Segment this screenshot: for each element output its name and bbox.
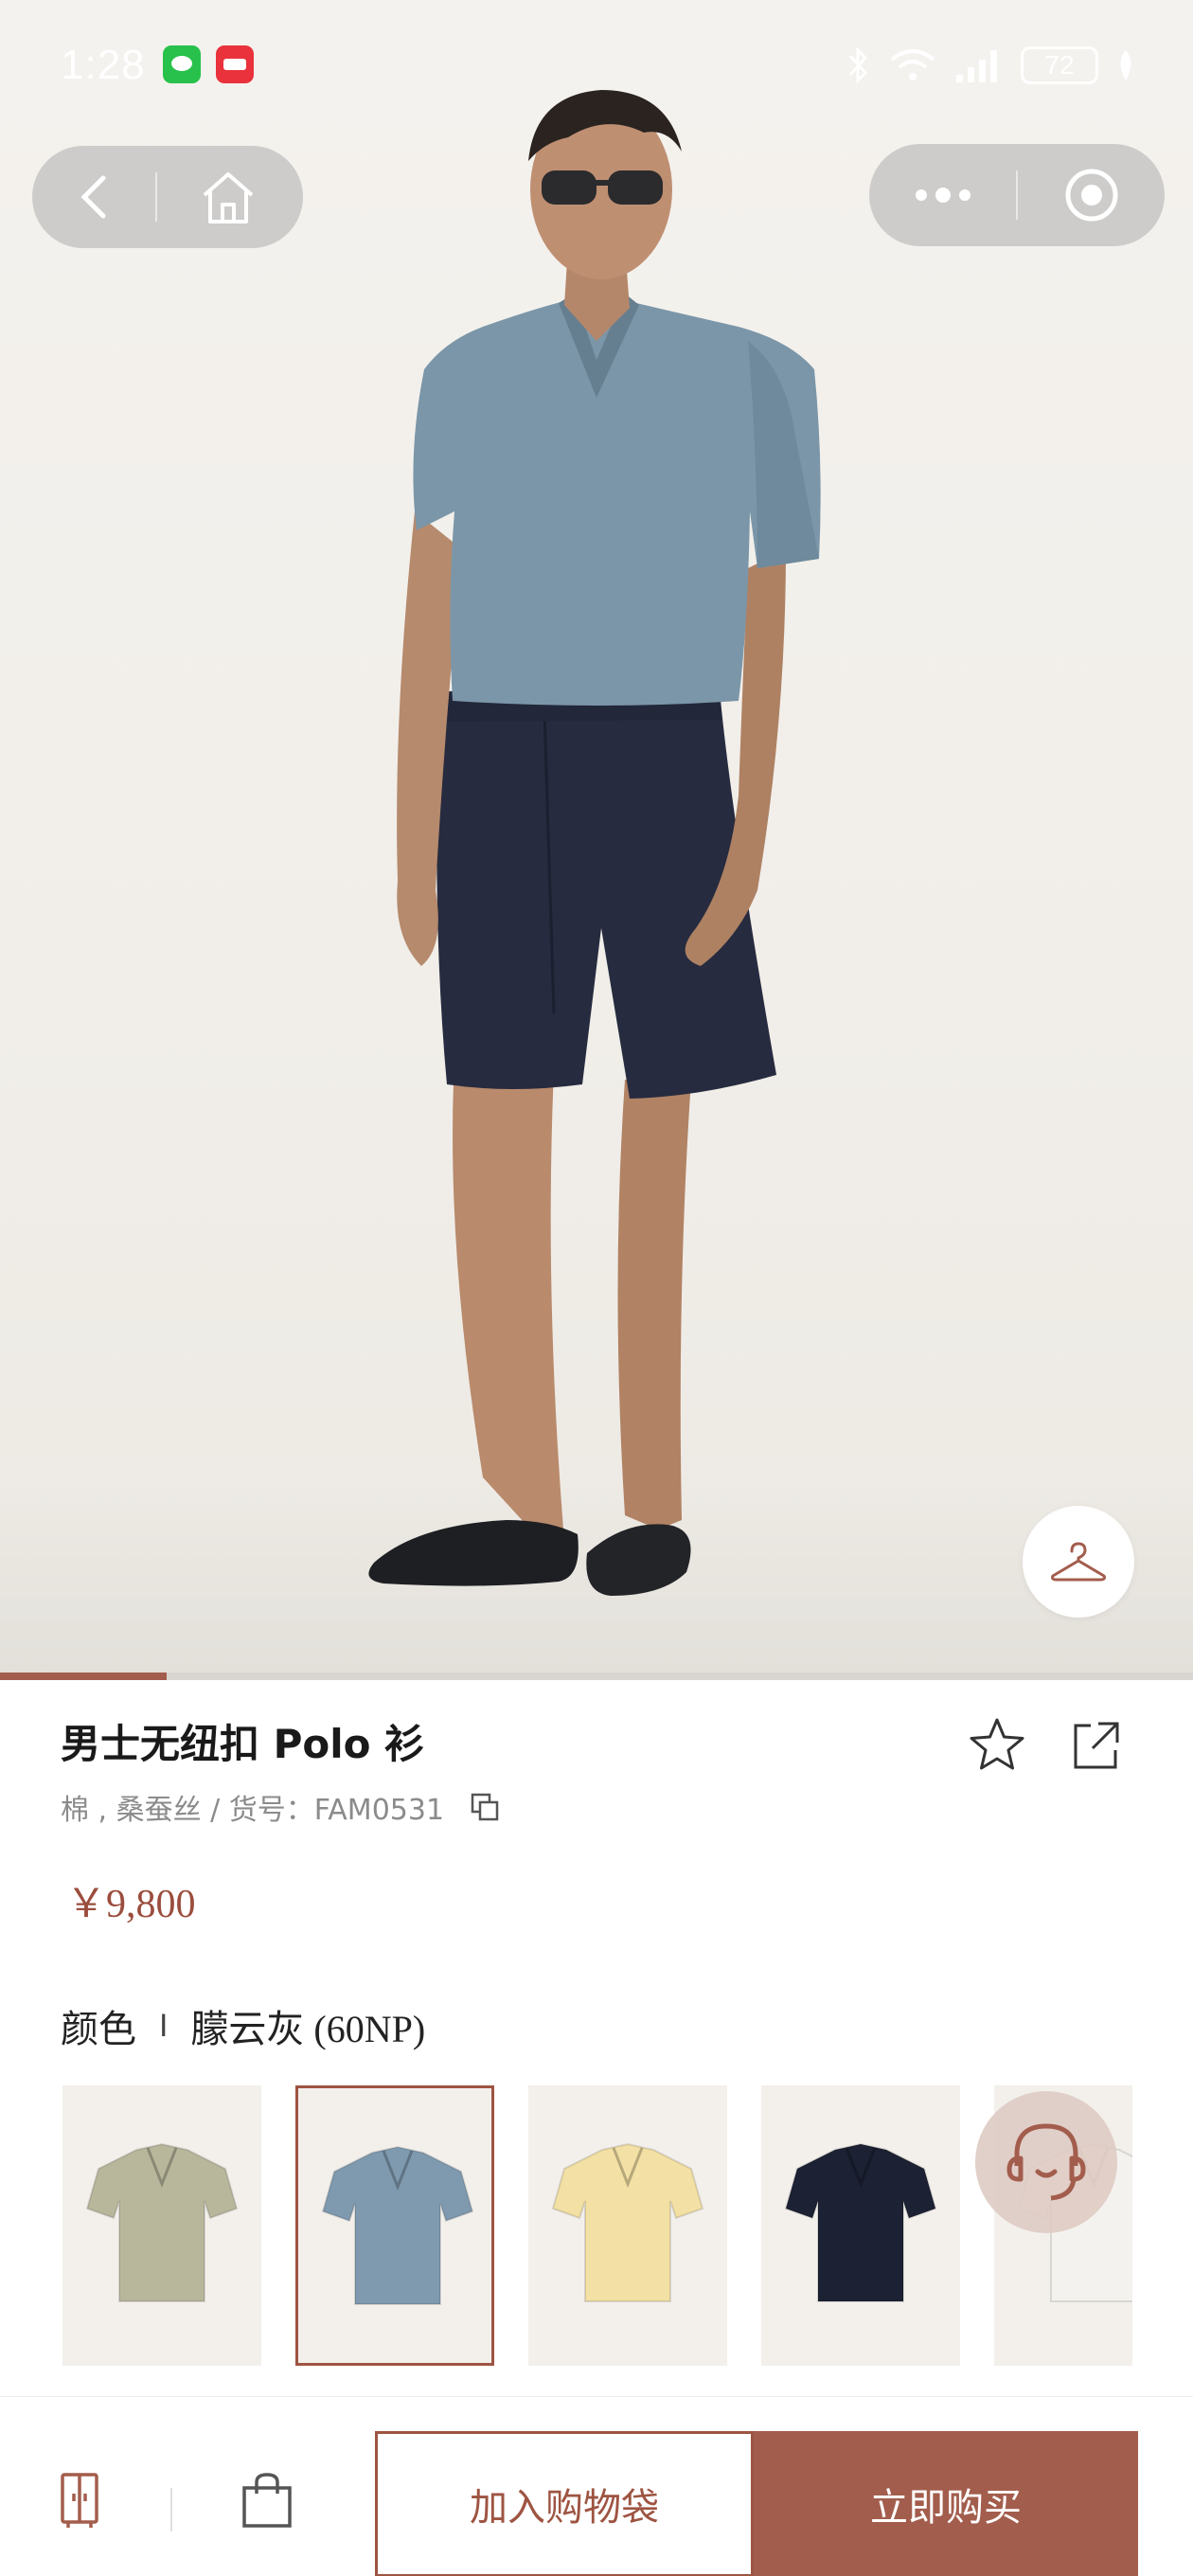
copy-sku-button[interactable] xyxy=(469,1791,501,1823)
polo-shirt-icon xyxy=(551,2142,704,2302)
back-button[interactable] xyxy=(32,146,155,248)
hanger-icon xyxy=(1051,1542,1106,1582)
gallery-progress-fill xyxy=(0,1673,168,1680)
wardrobe-icon xyxy=(61,2473,98,2528)
customer-service-button[interactable] xyxy=(975,2091,1117,2233)
color-separator: I xyxy=(159,2008,169,2044)
more-icon xyxy=(915,188,970,203)
close-miniprogram-button[interactable] xyxy=(1018,144,1165,246)
share-button[interactable] xyxy=(1068,1718,1123,1777)
color-swatch[interactable] xyxy=(761,2085,960,2366)
star-icon xyxy=(970,1718,1024,1770)
status-bar: 1:28 72 xyxy=(0,0,1193,133)
copy-icon xyxy=(471,1793,499,1821)
product-price: ￥9,800 xyxy=(66,1883,196,1926)
gallery-progress xyxy=(0,1673,1193,1680)
xiaohongshu-icon xyxy=(216,45,254,83)
nav-capsule-right xyxy=(869,144,1165,246)
wifi-icon xyxy=(890,49,935,80)
color-swatch[interactable] xyxy=(528,2085,727,2366)
polo-shirt-icon xyxy=(321,2145,474,2305)
battery-icon: 72 xyxy=(1021,46,1098,84)
color-swatch[interactable] xyxy=(62,2085,261,2366)
model-figure xyxy=(368,90,821,1596)
product-image[interactable]: 1:28 72 xyxy=(0,0,1193,1673)
bluetooth-icon xyxy=(848,46,868,84)
polo-shirt-icon xyxy=(85,2142,239,2302)
leaf-icon xyxy=(1120,50,1131,80)
add-to-bag-button[interactable]: 加入购物袋 xyxy=(375,2431,754,2576)
more-button[interactable] xyxy=(869,144,1016,246)
home-button[interactable] xyxy=(157,146,299,248)
wechat-icon xyxy=(163,45,201,83)
product-title: 男士无纽扣 Polo 衫 xyxy=(61,1721,425,1767)
share-icon xyxy=(1074,1722,1119,1769)
bottom-action-bar: 加入购物袋 立即购买 xyxy=(0,2396,1193,2576)
polo-shirt-icon xyxy=(784,2142,937,2302)
buy-now-button[interactable]: 立即购买 xyxy=(754,2431,1138,2576)
headset-icon xyxy=(1006,2123,1086,2201)
favorite-button[interactable] xyxy=(968,1716,1026,1777)
try-on-button[interactable] xyxy=(1023,1506,1134,1618)
bottom-bar-divider xyxy=(170,2488,172,2531)
wardrobe-button[interactable] xyxy=(59,2471,100,2533)
color-label: 颜色 xyxy=(61,2008,136,2051)
back-icon xyxy=(80,175,106,219)
product-meta-text: 棉 , 桑蚕丝 / 货号：FAM0531 xyxy=(61,1794,445,1827)
shopping-bag-button[interactable] xyxy=(240,2471,294,2533)
selected-color-name: 朦云灰 (60NP) xyxy=(190,2008,426,2050)
color-swatch-list xyxy=(62,2085,1132,2370)
color-label-row: 颜色 I 朦云灰 (60NP) xyxy=(61,1998,425,2053)
close-miniprogram-icon xyxy=(1065,169,1117,222)
nav-capsule-left xyxy=(32,146,303,248)
product-meta: 棉 , 桑蚕丝 / 货号：FAM0531 xyxy=(61,1786,501,1828)
status-time: 1:28 xyxy=(61,42,146,88)
shopping-bag-icon xyxy=(242,2473,292,2528)
signal-icon xyxy=(956,50,997,82)
color-swatch[interactable] xyxy=(295,2085,494,2366)
home-icon xyxy=(203,172,254,224)
